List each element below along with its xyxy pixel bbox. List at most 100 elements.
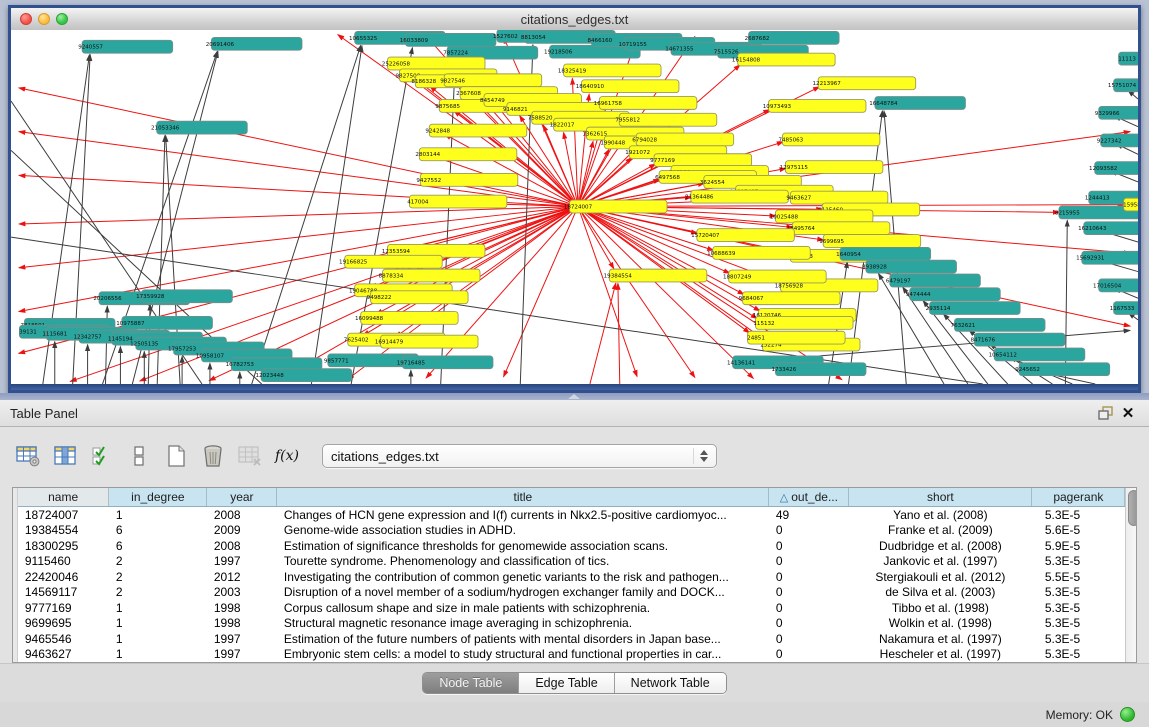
table-cell[interactable]: 5.3E-5 (1032, 553, 1125, 568)
network-node[interactable]: 16914479 (375, 335, 478, 348)
network-node[interactable]: 2935114 (926, 302, 1020, 315)
table-cell[interactable]: 9115460 (18, 553, 109, 568)
table-cell[interactable]: 1997 (207, 553, 277, 568)
table-cell[interactable]: 2008 (207, 538, 277, 553)
network-node[interactable]: 16961758 (594, 97, 697, 110)
network-node[interactable]: 12093582 (1089, 162, 1138, 175)
table-cell[interactable]: 0 (769, 584, 849, 599)
network-node[interactable]: 16099488 (355, 312, 458, 325)
network-node[interactable]: 9463627 (786, 191, 887, 204)
network-node[interactable]: 7485063 (778, 133, 879, 146)
tab-edge-table[interactable]: Edge Table (518, 673, 613, 693)
network-node[interactable]: 18724007 (564, 200, 667, 213)
memory-ok-icon[interactable] (1120, 707, 1135, 722)
network-node[interactable]: 11113 (1118, 52, 1138, 65)
table-cell[interactable]: 2003 (207, 584, 277, 599)
network-node[interactable]: 8938928 (862, 260, 956, 273)
column-header-in_degree[interactable]: in_degree (109, 488, 207, 507)
table-cell[interactable]: 0 (769, 615, 849, 630)
network-node[interactable]: 16154808 (732, 53, 835, 66)
table-cell[interactable]: 22420046 (18, 569, 109, 584)
column-header-short[interactable]: short (849, 488, 1032, 507)
network-node[interactable]: 25226058 (382, 57, 485, 70)
network-node[interactable]: 18495764 (787, 222, 890, 235)
table-cell[interactable]: 1997 (207, 631, 277, 646)
close-icon[interactable]: ✕ (1117, 403, 1139, 423)
table-cell[interactable]: 0 (769, 538, 849, 553)
network-node[interactable]: 417004 (407, 195, 507, 208)
table-scrollbar-thumb[interactable] (1128, 490, 1137, 526)
row-height-icon[interactable] (125, 442, 153, 470)
table-cell[interactable]: 0 (769, 631, 849, 646)
table-cell[interactable]: 1998 (207, 600, 277, 615)
column-header-name[interactable]: name (18, 488, 109, 507)
table-cell[interactable]: 2 (109, 553, 207, 568)
function-builder-icon[interactable]: f(x) (273, 442, 301, 470)
table-cell[interactable]: 5.3E-5 (1032, 584, 1125, 599)
table-cell[interactable]: 1997 (207, 646, 277, 662)
panel-splitter[interactable] (0, 393, 1149, 400)
network-node[interactable]: 9242848 (425, 124, 526, 137)
table-row[interactable]: 977716911998Corpus callosum shape and si… (18, 600, 1125, 615)
network-node[interactable]: 17359928 (136, 290, 232, 303)
network-node[interactable]: 15692931 (1076, 251, 1138, 264)
network-node[interactable]: 8878334 (379, 269, 480, 282)
table-cell[interactable]: 1 (109, 646, 207, 662)
network-node[interactable]: 15720407 (691, 229, 794, 242)
table-row[interactable]: 1456911722003Disruption of a novel membe… (18, 584, 1125, 599)
network-node[interactable]: 9427552 (416, 173, 517, 186)
table-cell[interactable]: Hescheler et al. (1997) (849, 646, 1032, 662)
table-row[interactable]: 946554611997Estimation of the future num… (18, 631, 1125, 646)
network-node[interactable]: 16210643 (1078, 222, 1138, 235)
table-cell[interactable]: 1 (109, 615, 207, 630)
network-canvas[interactable]: 1872400792405572069140621053346106553251… (11, 30, 1138, 384)
table-cell[interactable]: Investigating the contribution of common… (277, 569, 769, 584)
table-cell[interactable]: Franke et al. (2009) (849, 523, 1032, 538)
network-node[interactable]: 18640910 (576, 80, 679, 93)
table-cell[interactable]: Disruption of a novel member of a sodium… (277, 584, 769, 599)
table-cell[interactable]: Stergiakouli et al. (2012) (849, 569, 1032, 584)
table-cell[interactable]: 5.5E-5 (1032, 569, 1125, 584)
network-node[interactable]: 12023448 (255, 369, 351, 382)
network-node[interactable]: 10688639 (707, 246, 810, 259)
select-rows-icon[interactable] (88, 442, 116, 470)
table-cell[interactable]: 9463627 (18, 646, 109, 662)
network-node[interactable]: 9699695 (819, 235, 920, 248)
table-cell[interactable]: Structural magnetic resonance image aver… (277, 615, 769, 630)
table-cell[interactable]: 2008 (207, 507, 277, 523)
table-cell[interactable]: 18300295 (18, 538, 109, 553)
table-cell[interactable]: Corpus callosum shape and size in male p… (277, 600, 769, 615)
table-cell[interactable]: Tourette syndrome. Phenomenology and cla… (277, 553, 769, 568)
table-cell[interactable]: 5.3E-5 (1032, 600, 1125, 615)
network-node[interactable]: 9240557 (78, 40, 172, 53)
column-header-pagerank[interactable]: pagerank (1032, 488, 1125, 507)
table-row[interactable]: 969969511998Structural magnetic resonanc… (18, 615, 1125, 630)
table-cell[interactable]: 5.6E-5 (1032, 523, 1125, 538)
column-header-title[interactable]: title (277, 488, 769, 507)
table-cell[interactable]: 5.3E-5 (1032, 507, 1125, 523)
table-row[interactable]: 1938455462009Genome-wide association stu… (18, 523, 1125, 538)
network-window-titlebar[interactable]: citations_edges.txt (11, 8, 1138, 31)
table-cell[interactable]: 5.9E-5 (1032, 538, 1125, 553)
table-cell[interactable]: Estimation of significance thresholds fo… (277, 538, 769, 553)
network-node[interactable]: 10025488 (770, 210, 873, 223)
network-node[interactable]: 18325419 (558, 64, 661, 77)
network-node[interactable]: 21053346 (151, 121, 247, 134)
network-canvas-wrap[interactable]: 1872400792405572069140621053346106553251… (11, 30, 1138, 384)
table-cell[interactable]: 1 (109, 631, 207, 646)
network-node[interactable]: 1167533 (1110, 302, 1138, 315)
network-node[interactable]: 9227342 (1097, 134, 1138, 147)
table-cell[interactable]: 0 (769, 553, 849, 568)
tab-network-table[interactable]: Network Table (614, 673, 726, 693)
delete-table-icon[interactable] (236, 442, 264, 470)
column-header-year[interactable]: year (207, 488, 277, 507)
network-node[interactable]: 9827546 (440, 74, 541, 87)
table-cell[interactable]: Wolkin et al. (1998) (849, 615, 1032, 630)
table-cell[interactable]: Nakamura et al. (1997) (849, 631, 1032, 646)
network-node[interactable]: 1733426 (772, 363, 866, 376)
table-cell[interactable]: 49 (769, 507, 849, 523)
table-cell[interactable]: 14569117 (18, 584, 109, 599)
network-node[interactable]: 2803144 (415, 148, 516, 161)
table-cell[interactable]: 1 (109, 507, 207, 523)
table-cell[interactable]: Changes of HCN gene expression and I(f) … (277, 507, 769, 523)
